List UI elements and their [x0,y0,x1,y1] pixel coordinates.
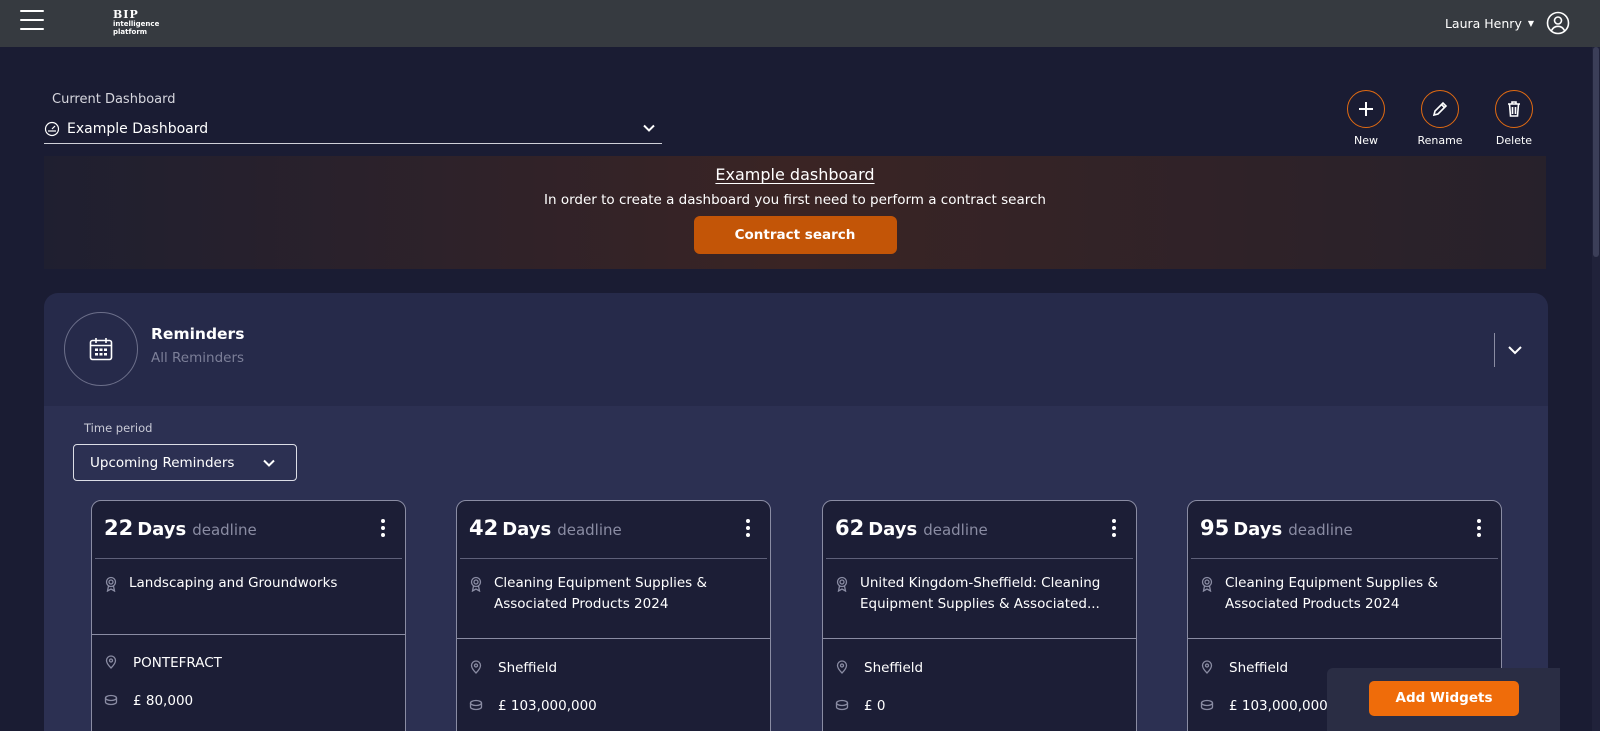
logo-wordmark: BIP [113,8,139,21]
location-value: Sheffield [1229,660,1289,676]
logo-tagline-2: platform [113,28,148,36]
more-options-icon[interactable] [380,519,386,539]
award-icon [105,576,117,592]
dashboard-select-value: Example Dashboard [67,120,209,137]
days-number: 62 [835,516,865,540]
contract-value: £ 0 [864,698,886,714]
more-options-icon[interactable] [745,519,751,539]
new-dashboard-button[interactable]: New [1336,90,1396,147]
reminders-header: Reminders All Reminders [44,293,1548,406]
location-value: Sheffield [864,660,924,676]
calendar-icon [64,312,138,386]
delete-label: Delete [1495,134,1533,147]
more-options-icon[interactable] [1476,519,1482,539]
deadline-label: deadline [1288,521,1353,539]
contract-value: £ 103,000,000 [1229,698,1328,714]
deadline-label: deadline [557,521,622,539]
deadline-label: deadline [923,521,988,539]
collapse-button[interactable] [1494,333,1534,367]
chevron-down-icon [263,459,275,467]
tender-title[interactable]: Cleaning Equipment Supplies & Associated… [494,573,756,615]
coins-icon [469,699,483,711]
dashboard-select[interactable]: Example Dashboard [44,114,662,144]
reminder-card[interactable]: 22 Days deadline Landscaping and Groundwor… [91,500,406,731]
tender-title[interactable]: Landscaping and Groundworks [129,573,391,594]
chevron-down-icon [643,124,655,132]
contract-search-button[interactable]: Contract search [693,216,897,254]
top-bar: BIP intelligence platform Laura Henry ▼ [0,0,1600,47]
time-period-select[interactable]: Upcoming Reminders [73,444,297,481]
tender-title[interactable]: United Kingdom-Sheffield: Cleaning Equip… [860,573,1122,615]
current-dashboard-label: Current Dashboard [52,92,176,107]
location-pin-icon [105,655,117,669]
menu-icon[interactable] [20,10,44,34]
location-pin-icon [470,660,482,674]
days-number: 95 [1200,516,1230,540]
location-value: Sheffield [498,660,558,676]
user-circle-icon [1546,11,1570,35]
add-widgets-dock: Add Widgets [1327,668,1560,731]
coins-icon [104,694,118,706]
more-options-icon[interactable] [1111,519,1117,539]
gauge-icon [44,121,60,136]
time-period-label: Time period [84,421,153,435]
reminders-subtitle: All Reminders [151,350,245,366]
deadline-label: deadline [192,521,257,539]
location-pin-icon [836,660,848,674]
user-menu[interactable]: Laura Henry ▼ [1445,11,1570,35]
award-icon [470,576,482,592]
example-dashboard-banner: Example dashboard In order to create a d… [44,156,1546,269]
logo[interactable]: BIP intelligence platform [113,9,173,36]
new-label: New [1354,134,1378,147]
days-unit: Days [868,519,918,540]
logo-tagline-1: intelligence [113,20,160,28]
banner-description: In order to create a dashboard you first… [544,192,1046,208]
rename-label: Rename [1417,134,1463,147]
pencil-icon [1432,101,1448,117]
coins-icon [835,699,849,711]
caret-down-icon: ▼ [1527,18,1534,28]
days-number: 22 [104,516,134,540]
banner-title-link[interactable]: Example dashboard [715,165,874,184]
user-name: Laura Henry [1444,15,1522,31]
page-scrollbar[interactable] [1592,47,1600,731]
delete-dashboard-button[interactable]: Delete [1484,90,1544,147]
coins-icon [1200,699,1214,711]
days-number: 42 [469,516,499,540]
location-pin-icon [1201,660,1213,674]
award-icon [836,576,848,592]
scrollbar-thumb[interactable] [1593,47,1599,257]
reminders-body: Time period Upcoming Reminders 22 Days dea… [44,406,1548,731]
contract-value: £ 80,000 [133,693,194,709]
award-icon [1201,576,1213,592]
reminders-widget: Reminders All Reminders Time period Upco… [44,293,1548,731]
location-value: PONTEFRACT [133,655,222,671]
reminder-card[interactable]: 62 Days deadline United Kingdom-Sheffield:… [822,500,1137,731]
tender-title[interactable]: Cleaning Equipment Supplies & Associated… [1225,573,1487,615]
trash-icon [1508,101,1520,117]
contract-value: £ 103,000,000 [498,698,597,714]
rename-dashboard-button[interactable]: Rename [1410,90,1470,147]
days-unit: Days [137,519,187,540]
plus-icon [1359,102,1373,116]
days-unit: Days [1233,519,1283,540]
days-unit: Days [502,519,552,540]
add-widgets-button[interactable]: Add Widgets [1369,681,1519,716]
chevron-down-icon [1507,346,1522,355]
reminders-title: Reminders [151,325,245,343]
reminder-card[interactable]: 42 Days deadline Cleaning Equipment Suppli… [456,500,771,731]
time-period-value: Upcoming Reminders [90,454,235,471]
